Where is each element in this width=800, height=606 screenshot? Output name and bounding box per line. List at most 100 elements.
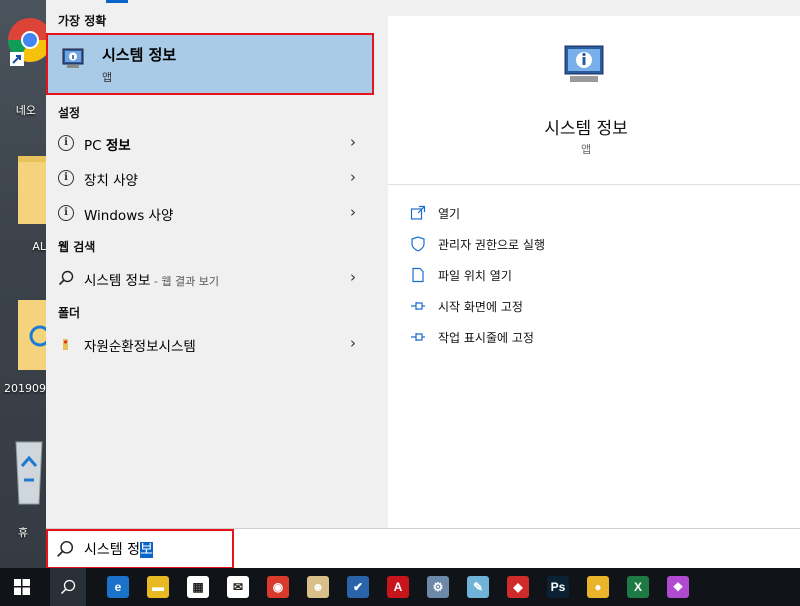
autocad-icon: A [387,576,409,598]
action-open-file-location[interactable]: 파일 위치 열기 [410,264,710,286]
settings-header: 설정 [58,106,81,120]
search-results-panel: 가장 정확 시스템 정보 앱 설정 i PC 정보 › i 장치 사양 › i [46,0,800,528]
app-gear-icon: ⚙ [427,576,449,598]
app-ribbon-taskbar-button[interactable]: ❖ [660,568,696,606]
action-pin-to-start[interactable]: 시작 화면에 고정 [410,295,710,317]
windows-logo-icon [14,579,30,595]
chevron-right-icon[interactable]: › [350,168,356,186]
web-search-header: 웹 검색 [58,240,96,254]
app-ribbon-icon: ❖ [667,576,689,598]
settings-item-device-specs[interactable]: i 장치 사양 › [46,161,374,195]
folder-item-label: 자원순환정보시스템 [84,339,196,355]
folder-app-icon [63,339,68,350]
pin-taskbar-icon [411,333,425,341]
detail-subtitle: 앱 [580,143,592,156]
store-taskbar-button[interactable]: ▦ [180,568,216,606]
ie-folder-icon [18,300,51,370]
file-explorer-icon: ▬ [147,576,169,598]
search-input[interactable]: 시스템 정보 [84,539,153,559]
action-label: 열기 [438,207,461,221]
settings-item-windows-specs[interactable]: i Windows 사양 › [46,196,374,230]
selected-text: 보 [139,542,153,558]
app-pencil-taskbar-button[interactable]: ✎ [460,568,496,606]
settings-item-pc-info[interactable]: i PC 정보 › [46,126,374,160]
search-icon [58,270,74,286]
shield-icon [411,236,425,252]
start-button[interactable] [4,568,40,606]
action-label: 작업 표시줄에 고정 [438,331,534,345]
desktop-folder-shortcut[interactable]: AL [18,150,46,260]
settings-item-label: PC 정보 [84,138,131,154]
photoshop-icon: Ps [547,576,569,598]
app-gear-taskbar-button[interactable]: ⚙ [420,568,456,606]
folder-icon [18,156,46,224]
desktop-chrome-shortcut[interactable]: 네오 [6,12,52,117]
search-icon [57,540,74,557]
settings-item-label: 장치 사양 [84,173,138,189]
app-red-taskbar-button[interactable]: ◉ [260,568,296,606]
app-red-icon: ◉ [267,576,289,598]
app-red2-taskbar-button[interactable]: ◆ [500,568,536,606]
excel-taskbar-button[interactable]: X [620,568,656,606]
taskbar: e ▬ ▦ ✉ ◉ ☻ ✔ A ⚙ ✎ ◆ Ps ● X ❖ [0,568,800,606]
best-match-item[interactable]: 시스템 정보 앱 [46,33,374,95]
file-location-icon [412,267,424,283]
app-figure-icon: ☻ [307,576,329,598]
folders-header: 폴더 [58,306,81,320]
chevron-right-icon[interactable]: › [350,334,356,352]
chevron-right-icon[interactable]: › [350,133,356,151]
web-search-label: 시스템 정보 - 웹 결과 보기 [84,273,219,289]
divider [388,184,800,185]
mail-icon: ✉ [227,576,249,598]
mail-taskbar-button[interactable]: ✉ [220,568,256,606]
action-label: 파일 위치 열기 [438,269,512,283]
app-red2-icon: ◆ [507,576,529,598]
app-pencil-icon: ✎ [467,576,489,598]
system-info-large-icon [564,45,604,82]
action-open[interactable]: 열기 [410,202,710,224]
desktop-ie-folder-shortcut[interactable]: 201909 [4,296,51,396]
best-match-subtitle: 앱 [102,71,113,84]
info-icon: i [58,170,74,186]
desktop-icon-label: 201909 [4,382,46,395]
app-check-taskbar-button[interactable]: ✔ [340,568,376,606]
chevron-right-icon[interactable]: › [350,203,356,221]
search-icon [60,579,76,595]
chrome-task-icon: ● [587,576,609,598]
folder-item[interactable]: 자원순환정보시스템 › [46,327,374,361]
best-match-title: 시스템 정보 [102,46,177,64]
info-icon: i [58,135,74,151]
pin-start-icon [411,302,425,310]
action-label: 관리자 권한으로 실행 [438,238,545,252]
edge-taskbar-button[interactable]: e [100,568,136,606]
results-list: 가장 정확 시스템 정보 앱 설정 i PC 정보 › i 장치 사양 › i [46,0,374,528]
detail-title: 시스템 정보 [544,119,628,139]
desktop-icon-label: AL [32,240,46,253]
best-match-header: 가장 정확 [58,14,107,28]
action-pin-to-taskbar[interactable]: 작업 표시줄에 고정 [410,326,710,348]
desktop-recycle-bin[interactable]: 휴 [12,432,46,542]
system-info-icon [62,48,84,68]
web-search-item[interactable]: 시스템 정보 - 웹 결과 보기 › [46,261,374,295]
search-button[interactable] [50,568,86,606]
chrome-task-taskbar-button[interactable]: ● [580,568,616,606]
store-icon: ▦ [187,576,209,598]
desktop-icon-label: 휴 [17,526,29,539]
action-run-as-admin[interactable]: 관리자 권한으로 실행 [410,233,710,255]
app-figure-taskbar-button[interactable]: ☻ [300,568,336,606]
detail-pane: 시스템 정보 앱 열기 관리자 권한으로 실행 파일 위치 열기 시작 화면에 … [388,16,800,528]
excel-icon: X [627,576,649,598]
edge-icon: e [107,576,129,598]
search-box[interactable]: 시스템 정보 [46,528,800,569]
autocad-taskbar-button[interactable]: A [380,568,416,606]
action-label: 시작 화면에 고정 [438,300,523,314]
recycle-bin-icon [15,441,43,505]
info-icon: i [58,205,74,221]
file-explorer-taskbar-button[interactable]: ▬ [140,568,176,606]
chevron-right-icon[interactable]: › [350,268,356,286]
settings-item-label: Windows 사양 [84,208,174,224]
photoshop-taskbar-button[interactable]: Ps [540,568,576,606]
desktop-icon-label: 네오 [15,104,36,117]
open-icon [410,205,426,220]
app-check-icon: ✔ [347,576,369,598]
